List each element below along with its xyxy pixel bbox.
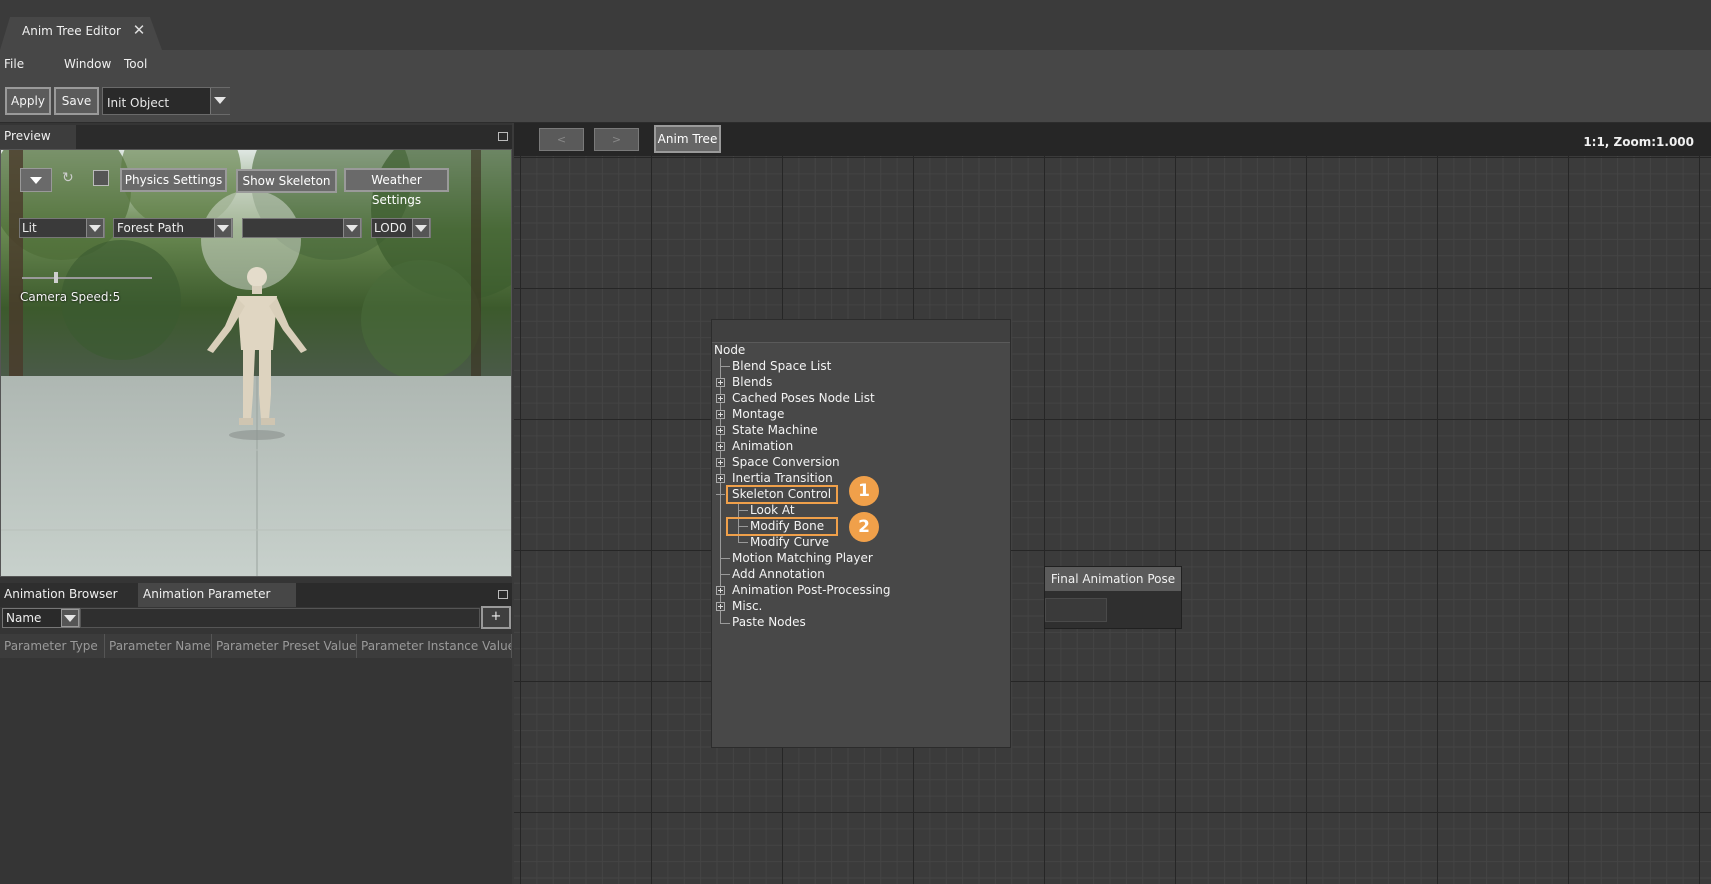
weather-settings-button[interactable]: Weather Settings (344, 168, 449, 207)
lod-select-value: LOD0 (374, 221, 407, 235)
step-badge-2: 2 (849, 512, 879, 542)
close-icon[interactable]: ✕ (131, 22, 147, 38)
editor-tab-bar (0, 0, 1711, 50)
tree-branch (720, 558, 730, 559)
tree-item-modify-bone[interactable]: Modify Bone (750, 519, 824, 533)
menu-tool[interactable]: Tool (124, 57, 147, 71)
filter-select-value: Name (6, 611, 42, 625)
chevron-down-icon[interactable] (210, 88, 230, 114)
menu-bar (0, 50, 1711, 80)
environment-select-value: Forest Path (117, 221, 185, 235)
tree-item-post-processing[interactable]: Animation Post-Processing (732, 583, 891, 597)
add-parameter-button[interactable]: + (481, 606, 511, 629)
camera-speed-handle[interactable] (54, 272, 58, 283)
node-menu-search[interactable] (712, 320, 1010, 343)
expand-icon[interactable] (716, 426, 725, 435)
tree-root-node: Node (714, 343, 746, 357)
tree-item-space-conversion[interactable]: Space Conversion (732, 455, 840, 469)
chevron-down-icon[interactable] (412, 218, 430, 238)
tree-item-blends[interactable]: Blends (732, 375, 772, 389)
anim-graph-canvas[interactable] (514, 123, 1711, 884)
tree-item-animation[interactable]: Animation (732, 439, 793, 453)
search-input[interactable] (80, 608, 480, 628)
forward-button[interactable]: > (594, 128, 639, 151)
tree-item-add-annotation[interactable]: Add Annotation (732, 567, 825, 581)
lighting-select-value: Lit (22, 221, 37, 235)
tree-item-modify-curve[interactable]: Modify Curve (750, 535, 829, 549)
collapse-icon (716, 494, 725, 495)
expand-icon[interactable] (716, 410, 725, 419)
viewport-scene (1, 150, 511, 576)
physics-settings-button[interactable]: Physics Settings (120, 168, 227, 192)
preview-title: Preview (4, 129, 51, 143)
tree-item-look-at[interactable]: Look At (750, 503, 795, 517)
tree-item-state-machine[interactable]: State Machine (732, 423, 818, 437)
back-button[interactable]: < (539, 128, 584, 151)
menu-window[interactable]: Window (64, 57, 111, 71)
camera-speed-slider[interactable] (22, 277, 152, 279)
expand-icon[interactable] (716, 586, 725, 595)
editor-tab-label: Anim Tree Editor (22, 24, 121, 38)
dock-icon[interactable] (498, 132, 508, 141)
camera-speed-label: Camera Speed:5 (20, 290, 121, 304)
menu-file[interactable]: File (4, 57, 24, 71)
tree-item-misc[interactable]: Misc. (732, 599, 762, 613)
show-skeleton-button[interactable]: Show Skeleton (236, 169, 337, 193)
refresh-icon[interactable]: ↻ (62, 170, 78, 186)
step-badge-1: 1 (849, 476, 879, 506)
tree-item-skeleton-control[interactable]: Skeleton Control (732, 487, 831, 501)
chevron-down-icon[interactable] (86, 218, 104, 238)
tree-item-blend-space-list[interactable]: Blend Space List (732, 359, 831, 373)
tree-branch (720, 366, 730, 367)
breadcrumb-anim-tree[interactable]: Anim Tree (654, 125, 721, 153)
zoom-indicator: 1:1, Zoom:1.000 (1583, 135, 1694, 149)
object-select-value: Init Object (107, 96, 170, 110)
tree-item-montage[interactable]: Montage (732, 407, 784, 421)
toolbar (0, 80, 1711, 123)
preview-header (0, 125, 512, 149)
tree-branch (738, 526, 748, 527)
tree-item-motion-matching[interactable]: Motion Matching Player (732, 551, 873, 565)
chevron-down-icon[interactable] (214, 218, 232, 238)
expand-icon[interactable] (716, 442, 725, 451)
preview-viewport[interactable] (0, 149, 512, 577)
apply-button[interactable]: Apply (5, 87, 51, 115)
tree-branch (720, 623, 730, 624)
expand-icon[interactable] (716, 474, 725, 483)
expand-icon[interactable] (716, 602, 725, 611)
expand-icon[interactable] (716, 394, 725, 403)
dock-icon[interactable] (498, 590, 508, 599)
tab-animation-parameter-label: Animation Parameter (143, 587, 271, 601)
tree-item-cached-poses[interactable]: Cached Poses Node List (732, 391, 875, 405)
column-parameter-name[interactable]: Parameter Name (105, 634, 212, 658)
column-parameter-type[interactable]: Parameter Type (0, 634, 105, 658)
column-parameter-preset-value[interactable]: Parameter Preset Value (212, 634, 357, 658)
tree-branch (738, 542, 748, 543)
tree-item-inertia-transition[interactable]: Inertia Transition (732, 471, 833, 485)
final-node-input-pin[interactable] (1045, 598, 1107, 622)
tab-animation-browser-label: Animation Browser (4, 587, 118, 601)
chevron-down-icon[interactable] (61, 609, 79, 627)
expand-icon[interactable] (716, 378, 725, 387)
save-button[interactable]: Save (54, 87, 99, 115)
tree-branch (720, 574, 730, 575)
column-parameter-instance-value[interactable]: Parameter Instance Value (357, 634, 512, 658)
chevron-down-icon[interactable] (343, 218, 361, 238)
grid-icon[interactable] (93, 170, 109, 186)
final-node-title: Final Animation Pose (1045, 567, 1181, 591)
tree-branch (738, 510, 748, 511)
tree-item-paste-nodes[interactable]: Paste Nodes (732, 615, 806, 629)
view-mode-button[interactable] (20, 168, 52, 192)
expand-icon[interactable] (716, 458, 725, 467)
